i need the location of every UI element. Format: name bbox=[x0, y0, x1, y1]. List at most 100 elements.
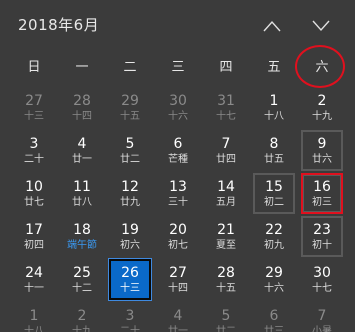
lunar-date: 十五 bbox=[120, 110, 140, 122]
day-cell[interactable]: 31 十七 bbox=[202, 86, 250, 129]
day-cell[interactable]: 5 廿二 bbox=[106, 129, 154, 172]
day-cell[interactable]: 7 廿四 bbox=[202, 129, 250, 172]
day-cell[interactable]: 14 五月 bbox=[202, 172, 250, 215]
day-cell[interactable]: 3 二十 bbox=[106, 301, 154, 332]
day-number: 3 bbox=[29, 135, 39, 152]
day-number: 7 bbox=[317, 307, 327, 324]
chevron-up-icon bbox=[263, 20, 281, 32]
day-number: 13 bbox=[169, 178, 187, 195]
previous-month-button[interactable] bbox=[256, 10, 288, 42]
day-cell[interactable]: 13 三十 bbox=[154, 172, 202, 215]
month-title[interactable]: 2018年6月 bbox=[18, 14, 99, 35]
day-number: 4 bbox=[77, 135, 87, 152]
day-cell[interactable]: 28 十五 bbox=[202, 258, 250, 301]
lunar-date: 十九 bbox=[72, 325, 92, 332]
day-cell[interactable]: 10 廿七 bbox=[10, 172, 58, 215]
lunar-date: 廿五 bbox=[264, 153, 284, 165]
day-number: 7 bbox=[221, 135, 231, 152]
day-number: 1 bbox=[29, 307, 39, 324]
day-cell[interactable]: 1 十八 bbox=[10, 301, 58, 332]
day-cell[interactable]: 21 夏至 bbox=[202, 215, 250, 258]
day-cell[interactable]: 28 十四 bbox=[58, 86, 106, 129]
day-cell[interactable]: 15 初二 bbox=[253, 173, 295, 214]
lunar-date: 十六 bbox=[264, 282, 284, 294]
day-cell[interactable]: 8 廿五 bbox=[250, 129, 298, 172]
day-number: 31 bbox=[217, 92, 235, 109]
day-cell[interactable]: 30 十六 bbox=[154, 86, 202, 129]
day-cell[interactable]: 3 二十 bbox=[10, 129, 58, 172]
day-cell[interactable]: 2 十九 bbox=[58, 301, 106, 332]
day-number: 30 bbox=[169, 92, 187, 109]
lunar-date: 十四 bbox=[168, 282, 188, 294]
day-cell[interactable]: 27 十三 bbox=[10, 86, 58, 129]
day-number: 2 bbox=[77, 307, 87, 324]
day-cell[interactable]: 18 端午節 bbox=[58, 215, 106, 258]
day-number: 1 bbox=[269, 92, 279, 109]
day-cell[interactable]: 19 初六 bbox=[106, 215, 154, 258]
lunar-date: 十七 bbox=[312, 282, 332, 294]
day-cell[interactable]: 2 十九 bbox=[298, 86, 346, 129]
lunar-date: 廿八 bbox=[72, 196, 92, 208]
lunar-date: 二十 bbox=[24, 153, 44, 165]
day-cell[interactable]: 27 十四 bbox=[154, 258, 202, 301]
lunar-date: 初四 bbox=[24, 239, 44, 251]
lunar-date: 二十 bbox=[120, 325, 140, 332]
day-number: 24 bbox=[25, 264, 43, 281]
weekday-monday: 一 bbox=[75, 60, 89, 75]
lunar-date: 初七 bbox=[168, 239, 188, 251]
day-number: 19 bbox=[121, 221, 139, 238]
day-cell[interactable]: 4 廿一 bbox=[58, 129, 106, 172]
next-month-button[interactable] bbox=[305, 10, 337, 42]
day-cell[interactable]: 12 廿九 bbox=[106, 172, 154, 215]
day-cell[interactable]: 20 初七 bbox=[154, 215, 202, 258]
lunar-date: 十八 bbox=[24, 325, 44, 332]
day-number: 28 bbox=[73, 92, 91, 109]
weekday-wednesday: 三 bbox=[171, 60, 185, 75]
weekday-header-row: 日 一 二 三 四 五 六 bbox=[10, 54, 346, 82]
day-cell[interactable]: 30 十七 bbox=[298, 258, 346, 301]
day-number: 4 bbox=[173, 307, 183, 324]
day-cell[interactable]: 23 初十 bbox=[301, 216, 343, 257]
day-cell[interactable]: 25 十二 bbox=[58, 258, 106, 301]
day-cell[interactable]: 1 十八 bbox=[250, 86, 298, 129]
day-cell[interactable]: 24 十一 bbox=[10, 258, 58, 301]
lunar-date: 廿一 bbox=[72, 153, 92, 165]
day-cell[interactable]: 9 廿六 bbox=[301, 130, 343, 171]
day-cell[interactable]: 22 初九 bbox=[250, 215, 298, 258]
day-cell[interactable]: 4 廿一 bbox=[154, 301, 202, 332]
day-cell[interactable]: 7 小暑 bbox=[298, 301, 346, 332]
day-cell[interactable]: 6 廿三 bbox=[250, 301, 298, 332]
day-number: 21 bbox=[217, 221, 235, 238]
day-number: 5 bbox=[125, 135, 135, 152]
day-cell[interactable]: 5 廿二 bbox=[202, 301, 250, 332]
day-cell[interactable]: 29 十五 bbox=[106, 86, 154, 129]
day-cell[interactable]: 29 十六 bbox=[250, 258, 298, 301]
day-number: 10 bbox=[25, 178, 43, 195]
lunar-date: 廿一 bbox=[168, 325, 188, 332]
lunar-date: 十四 bbox=[72, 110, 92, 122]
festival-label: 端午節 bbox=[67, 239, 97, 251]
lunar-date: 初九 bbox=[264, 239, 284, 251]
day-cell[interactable]: 17 初四 bbox=[10, 215, 58, 258]
day-number: 28 bbox=[217, 264, 235, 281]
lunar-date: 廿三 bbox=[264, 325, 284, 332]
weekday-saturday: 六 bbox=[315, 60, 329, 75]
lunar-date: 初六 bbox=[120, 239, 140, 251]
day-cell[interactable]: 11 廿八 bbox=[58, 172, 106, 215]
lunar-date: 初三 bbox=[312, 196, 332, 208]
weekday-thursday: 四 bbox=[219, 60, 233, 75]
day-number: 6 bbox=[173, 135, 183, 152]
lunar-date: 廿七 bbox=[24, 196, 44, 208]
day-cell[interactable]: 6 芒種 bbox=[154, 129, 202, 172]
day-grid: 27 十三 28 十四 29 十五 30 十六 31 十七 1 十八 2 十九 3 二十 4 廿一 5 廿二 6 芒種 7 廿… bbox=[10, 86, 346, 332]
lunar-date: 初十 bbox=[312, 239, 332, 251]
lunar-date: 十二 bbox=[72, 282, 92, 294]
lunar-date: 初二 bbox=[264, 196, 284, 208]
lunar-date: 芒種 bbox=[168, 153, 188, 165]
day-number: 17 bbox=[25, 221, 43, 238]
lunar-date: 廿二 bbox=[120, 153, 140, 165]
weekday-sunday: 日 bbox=[27, 60, 41, 75]
calendar-header: 2018年6月 bbox=[0, 0, 355, 50]
day-cell-highlighted[interactable]: 16 初三 bbox=[301, 173, 343, 214]
day-cell-today[interactable]: 26 十三 bbox=[108, 258, 152, 301]
